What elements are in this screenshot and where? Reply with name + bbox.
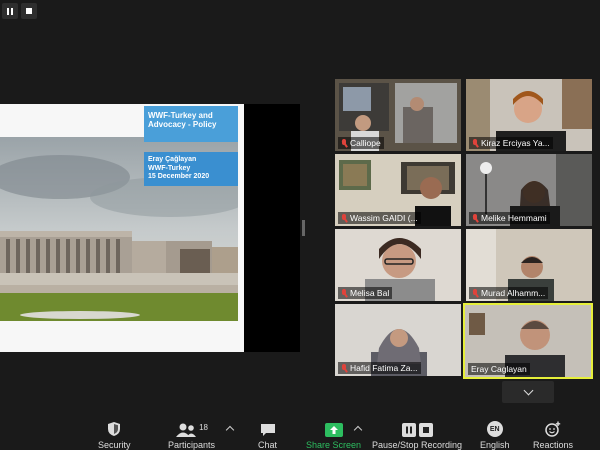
participant-name-bar: Melike Hemmami (469, 212, 550, 224)
muted-mic-icon (341, 138, 348, 148)
participants-caret-icon[interactable] (225, 425, 235, 435)
splitter-handle[interactable] (302, 220, 305, 236)
participant-tile[interactable]: Wassim GAIDI (... (335, 154, 461, 226)
share-screen-label: Share Screen (306, 440, 362, 450)
reactions-button[interactable]: Reactions (533, 415, 573, 450)
participant-name: Calliope (350, 138, 381, 148)
participant-name-bar: Calliope (338, 137, 384, 149)
slide-presenter: Eray Çağlayan (148, 156, 197, 163)
language-badge: EN (489, 425, 500, 433)
participant-name: Kiraz Erciyas Ya... (481, 138, 550, 148)
active-speaker-tile[interactable]: Eray Caglayan (463, 303, 593, 379)
language-label: English (480, 440, 510, 450)
participant-name: Melisa Bal (350, 288, 390, 298)
presentation-slide: WWF-Turkey and Advocacy - Policy Eray Ça… (0, 104, 244, 352)
recording-label: Pause/Stop Recording (372, 440, 463, 450)
slide-title: WWF-Turkey and Advocacy - Policy (148, 111, 217, 129)
participant-name: Eray Caglayan (471, 364, 527, 374)
participants-button[interactable]: 18 Participants (168, 415, 215, 450)
shared-screen: WWF-Turkey and Advocacy - Policy Eray Ça… (0, 104, 300, 352)
stop-icon (418, 423, 433, 437)
muted-mic-icon (341, 363, 348, 373)
participant-tile[interactable]: Melisa Bal (335, 229, 461, 301)
participants-count: 18 (199, 423, 208, 432)
participants-label: Participants (168, 440, 216, 450)
pause-bars-icon[interactable] (2, 3, 18, 19)
chat-button[interactable]: Chat (258, 415, 277, 450)
security-button[interactable]: Security (98, 415, 131, 450)
slide-info-box: Eray Çağlayan WWF-Turkey 15 December 202… (144, 152, 238, 186)
globe-language-icon: EN (486, 421, 503, 437)
participant-tile[interactable]: Melike Hemmami (466, 154, 592, 226)
muted-mic-icon (341, 213, 348, 223)
share-screen-button[interactable]: Share Screen (306, 415, 361, 450)
smiley-plus-icon (545, 421, 561, 437)
pause-icon (401, 423, 416, 437)
share-arrow-icon (324, 423, 343, 437)
shield-icon (108, 422, 121, 436)
participant-name-bar: Melisa Bal (338, 287, 393, 299)
participant-name-bar: Wassim GAIDI (... (338, 212, 421, 224)
chat-bubble-icon (260, 424, 275, 436)
security-label: Security (98, 440, 131, 450)
people-icon (176, 423, 197, 437)
muted-mic-icon (341, 288, 348, 298)
top-controls (2, 3, 37, 19)
reactions-label: Reactions (533, 440, 574, 450)
participant-name-bar: Eray Caglayan (468, 363, 530, 375)
participant-tile[interactable]: Murad Alhamm... (466, 229, 592, 301)
participant-name: Hafid Fatima Za... (350, 363, 418, 373)
slide-date: 15 December 2020 (148, 173, 210, 180)
muted-mic-icon (472, 138, 479, 148)
participant-name-bar: Kiraz Erciyas Ya... (469, 137, 553, 149)
participant-tile[interactable]: Kiraz Erciyas Ya... (466, 79, 592, 151)
participant-name-bar: Murad Alhamm... (469, 287, 549, 299)
participant-name: Wassim GAIDI (... (350, 213, 418, 223)
slide-organization: WWF-Turkey (148, 164, 191, 172)
participant-tile[interactable]: Hafid Fatima Za... (335, 304, 461, 376)
muted-mic-icon (472, 288, 479, 298)
stop-square-icon[interactable] (21, 3, 37, 19)
meeting-toolbar: Security 18 Participants Chat Share Scre… (0, 415, 600, 450)
gallery-page-down-button[interactable] (502, 381, 554, 403)
language-button[interactable]: EN English (480, 415, 510, 450)
recording-button[interactable]: Pause/Stop Recording (372, 415, 462, 450)
muted-mic-icon (472, 213, 479, 223)
chat-label: Chat (258, 440, 278, 450)
participant-name: Murad Alhamm... (481, 288, 546, 298)
participant-name-bar: Hafid Fatima Za... (338, 362, 421, 374)
participant-name: Melike Hemmami (481, 213, 547, 223)
chevron-down-icon (523, 385, 533, 396)
slide-title-box: WWF-Turkey and Advocacy - Policy (144, 106, 238, 142)
participant-tile[interactable]: Calliope (335, 79, 461, 151)
